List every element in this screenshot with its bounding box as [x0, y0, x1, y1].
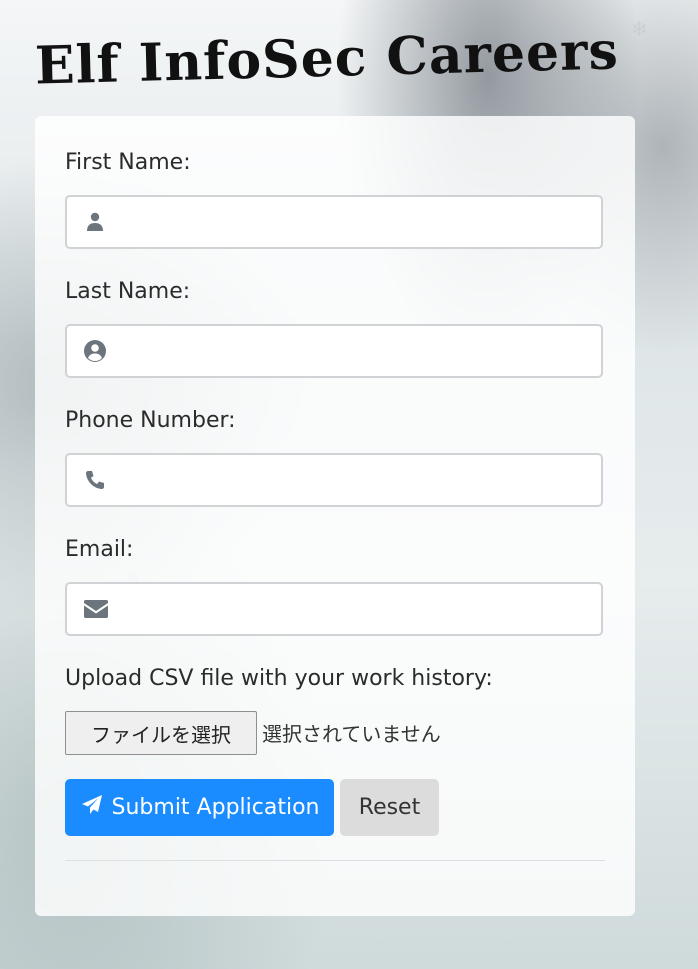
submit-button-label: Submit Application [111, 795, 320, 820]
first-name-field[interactable] [65, 195, 603, 249]
email-label: Email: [65, 537, 134, 562]
phone-number-label: Phone Number: [65, 408, 236, 433]
email-field[interactable] [65, 582, 603, 636]
file-status-text: 選択されていません [262, 722, 441, 746]
last-name-input[interactable] [123, 334, 591, 370]
last-name-field[interactable] [65, 324, 603, 378]
snowflake-icon: ❄ [631, 17, 648, 41]
submit-application-button[interactable]: Submit Application [65, 779, 334, 836]
last-name-label: Last Name: [65, 279, 191, 304]
form-divider [65, 860, 605, 861]
envelope-icon [83, 597, 108, 621]
upload-label: Upload CSV file with your work history: [65, 666, 493, 691]
choose-file-button[interactable]: ファイルを選択 [65, 711, 257, 755]
first-name-label: First Name: [65, 150, 191, 175]
reset-button[interactable]: Reset [340, 779, 439, 836]
phone-icon [83, 468, 107, 492]
user-circle-icon [83, 339, 107, 363]
user-icon [83, 210, 107, 234]
paper-plane-icon [80, 793, 104, 823]
phone-number-input[interactable] [123, 463, 591, 499]
email-input[interactable] [123, 592, 591, 628]
first-name-input[interactable] [123, 205, 591, 241]
phone-number-field[interactable] [65, 453, 603, 507]
